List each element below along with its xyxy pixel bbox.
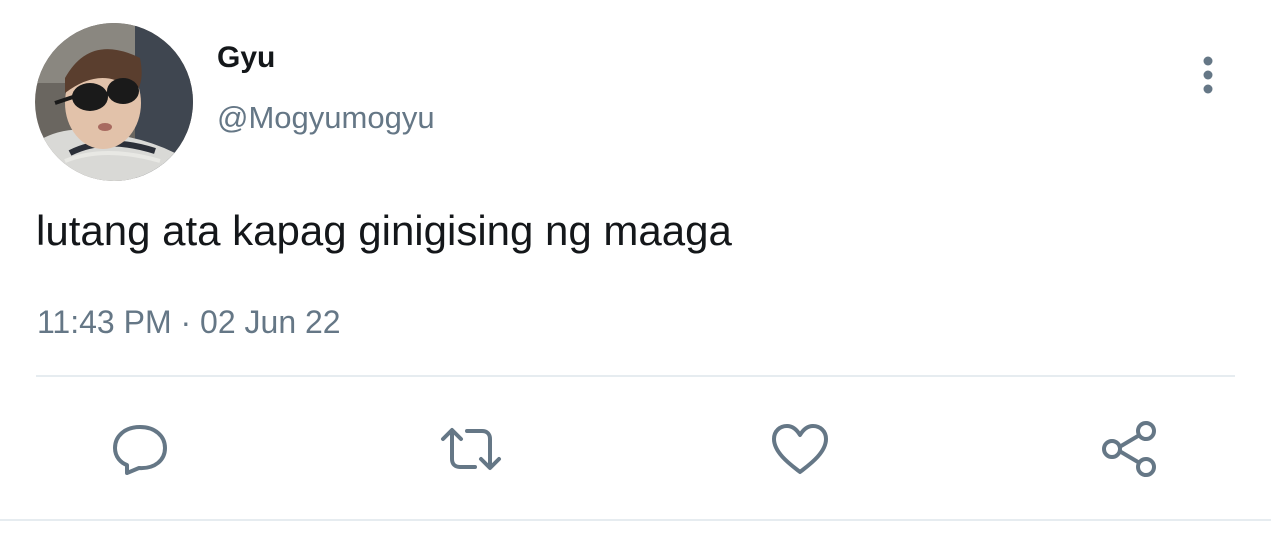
vertical-ellipsis-icon — [1203, 56, 1213, 94]
user-handle[interactable]: @Mogyumogyu — [217, 99, 435, 137]
tweet-card: Gyu @Mogyumogyu lutang ata kapag ginigis… — [0, 0, 1271, 540]
share-button[interactable] — [1098, 418, 1162, 480]
share-nodes-icon — [1102, 421, 1156, 477]
like-button[interactable] — [768, 418, 832, 480]
tweet-text: lutang ata kapag ginigising ng maaga — [36, 207, 732, 254]
tweet-timestamp[interactable]: 11:43 PM · 02 Jun 22 — [37, 302, 341, 342]
heart-icon — [772, 424, 828, 474]
profile-photo-icon — [35, 23, 193, 181]
reply-button[interactable] — [108, 418, 172, 480]
speech-bubble-icon — [113, 425, 167, 475]
more-options-button[interactable] — [1188, 52, 1228, 98]
avatar[interactable] — [35, 23, 193, 181]
retweet-arrows-icon — [441, 428, 501, 470]
divider — [36, 375, 1235, 377]
display-name[interactable]: Gyu — [217, 40, 275, 76]
divider — [0, 519, 1271, 521]
retweet-button[interactable] — [439, 418, 503, 480]
